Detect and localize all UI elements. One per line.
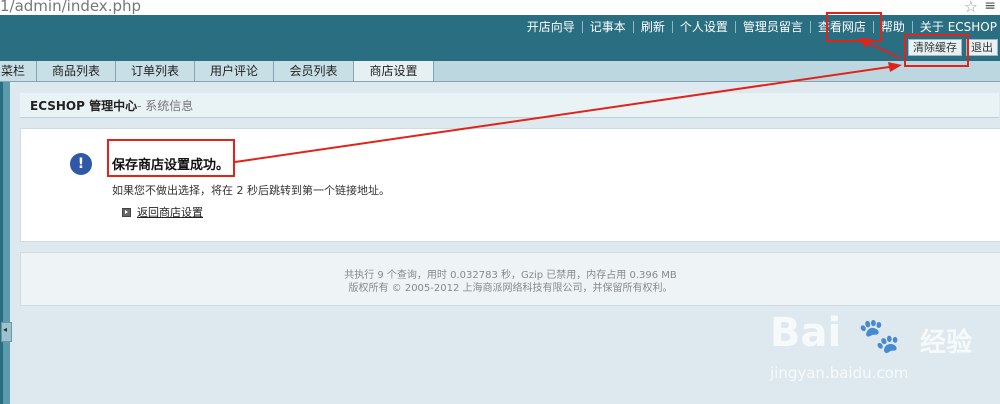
watermark-cn: 经验: [920, 328, 973, 358]
paw-icon: 🐾: [858, 316, 901, 356]
arrow-line-view-shop: [863, 40, 901, 59]
baidu-watermark: Bai 🐾 经验 jingyan.baidu.com: [770, 310, 1000, 404]
watermark-url: jingyan.baidu.com: [770, 364, 909, 382]
arrow-head-message: [888, 62, 902, 72]
arrow-line-message: [234, 65, 897, 163]
watermark-brand: Bai: [770, 310, 842, 356]
